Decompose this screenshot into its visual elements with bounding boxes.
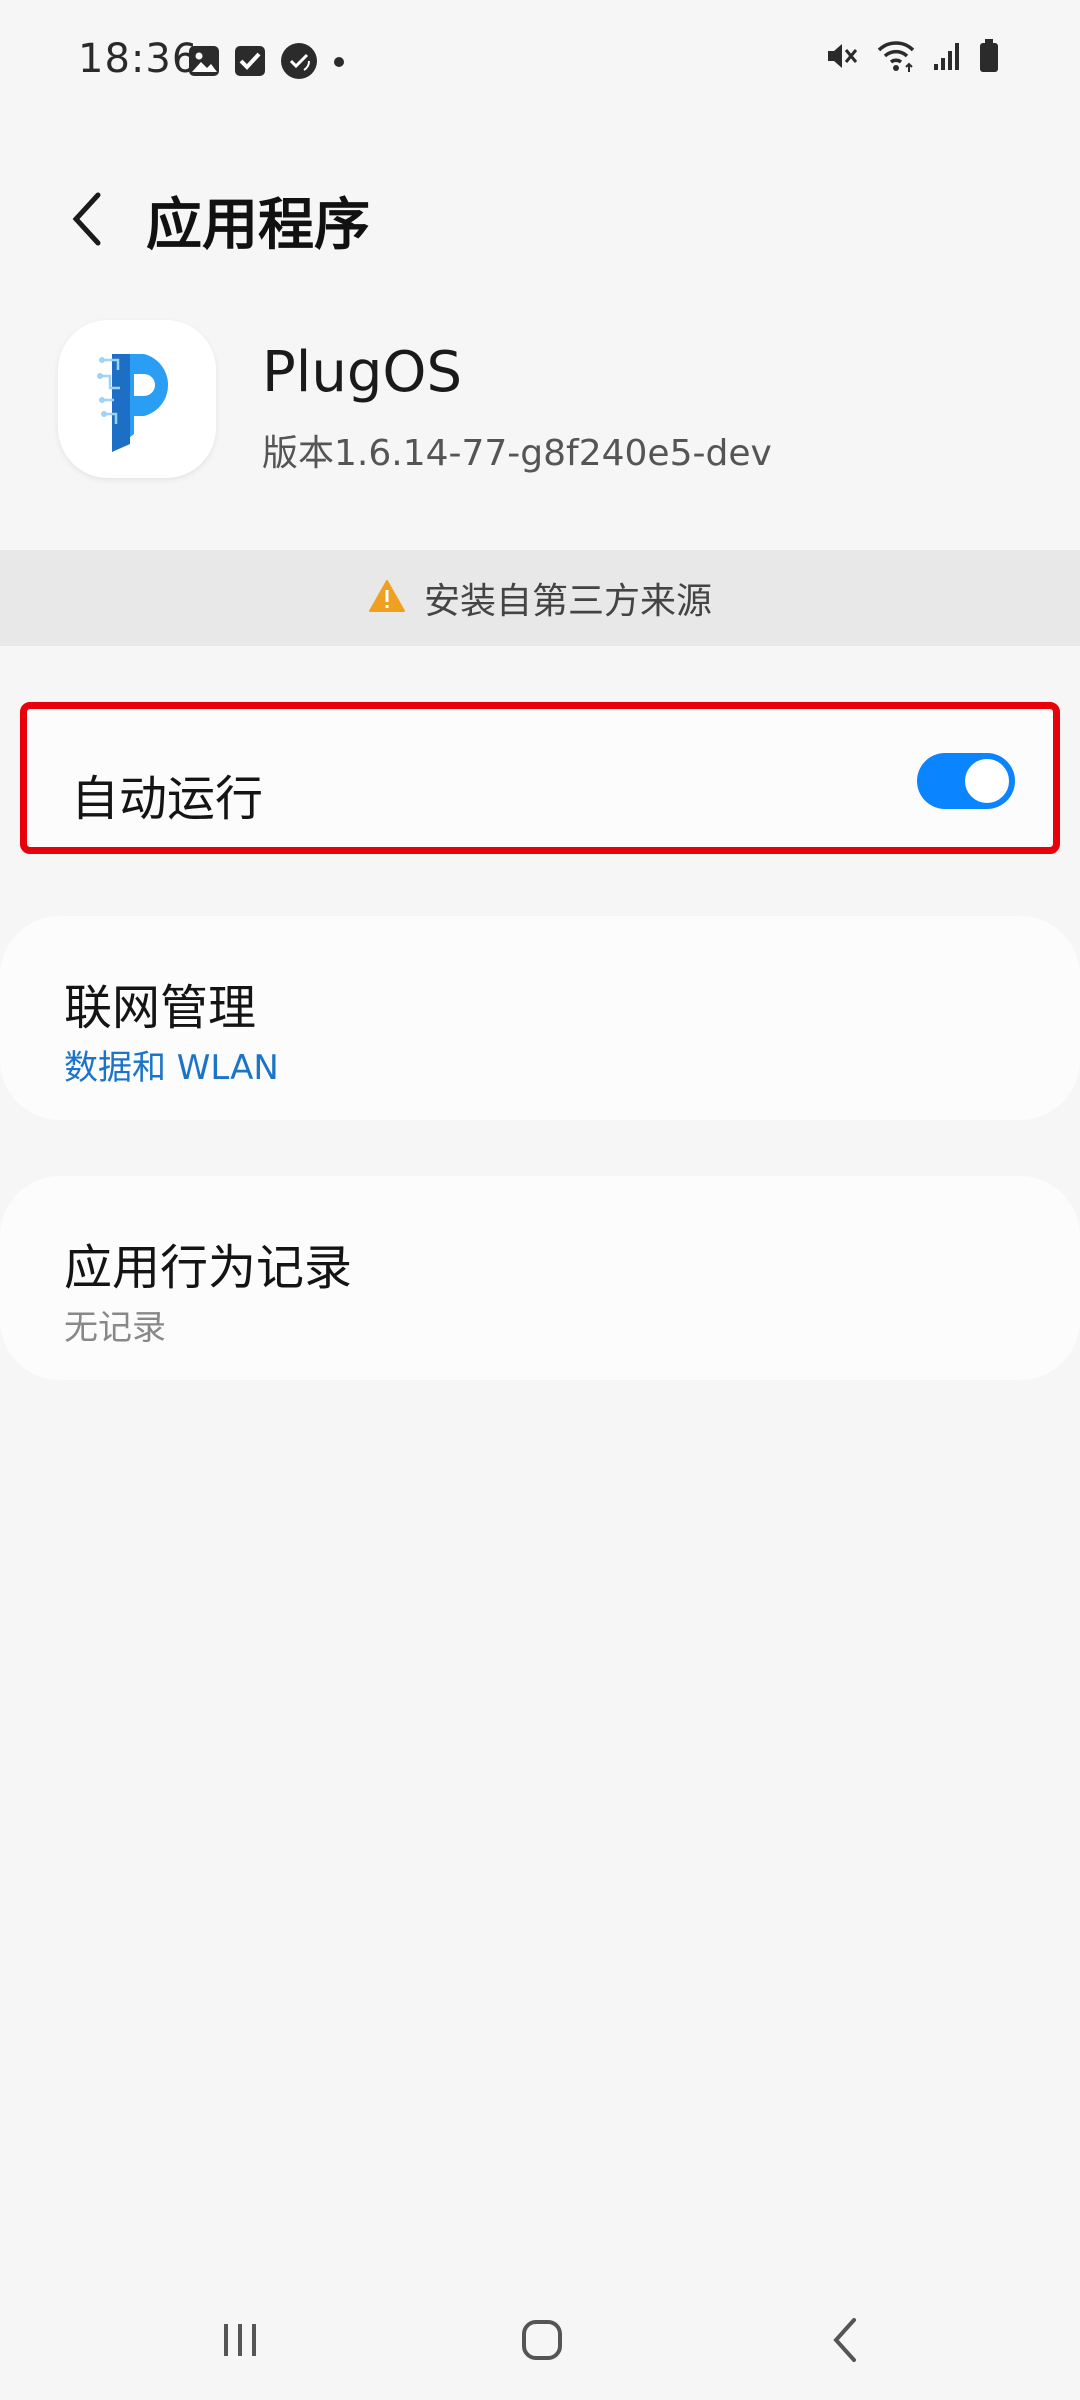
chevron-left-icon [72,192,101,246]
autorun-toggle[interactable] [917,753,1015,809]
recents-icon [224,2324,256,2356]
network-title: 联网管理 [64,980,257,1036]
toggle-knob [962,756,1012,806]
home-icon [522,2320,562,2360]
battery-icon [978,38,1000,78]
page-title: 应用程序 [146,193,370,258]
app-name: PlugOS [262,340,462,405]
app-version: 版本1.6.14-77-g8f240e5-dev [262,433,772,474]
nav-back-button[interactable] [806,2310,886,2370]
signal-icon [932,40,962,76]
plugos-logo-icon [58,320,216,478]
navigation-bar [0,2280,1080,2400]
autorun-label: 自动运行 [71,771,264,827]
warning-triangle-icon [368,579,406,617]
network-subtitle: 数据和 WLAN [64,1048,279,1088]
status-time: 18:36 [78,36,199,82]
history-title: 应用行为记录 [64,1240,353,1296]
warning-text: 安装自第三方来源 [423,581,712,622]
app-bar: 应用程序 [0,160,1080,280]
back-button[interactable] [56,184,116,254]
autorun-row[interactable]: 自动运行 [20,702,1060,854]
status-bar: 18:36 [0,0,1080,120]
dot-icon [332,54,346,73]
history-subtitle: 无记录 [64,1308,166,1348]
app-behavior-history-row[interactable]: 应用行为记录 无记录 [0,1176,1080,1380]
status-left-icons [188,42,346,84]
sync-app-icon [280,42,318,84]
wifi-icon [876,38,916,78]
gallery-icon [188,45,220,81]
third-party-source-banner: 安装自第三方来源 [0,550,1080,646]
back-icon [833,2318,856,2362]
status-right-icons [824,38,1000,78]
app-info: PlugOS 版本1.6.14-77-g8f240e5-dev [0,320,1080,490]
network-management-row[interactable]: 联网管理 数据和 WLAN [0,916,1080,1120]
checkbox-icon [234,45,266,81]
home-button[interactable] [502,2310,582,2370]
recents-button[interactable] [200,2310,280,2370]
mute-icon [824,38,860,78]
